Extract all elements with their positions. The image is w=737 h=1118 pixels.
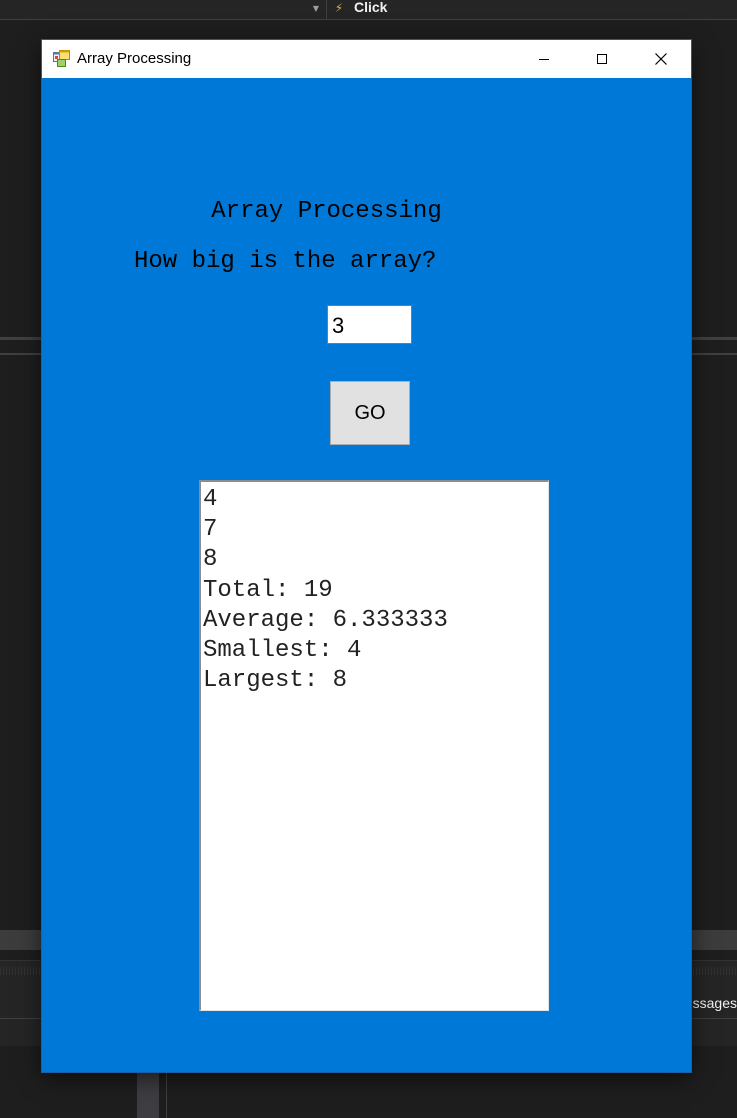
list-item[interactable]: Average: 6.333333	[203, 606, 546, 636]
close-icon	[655, 53, 667, 65]
prompt-label: How big is the array?	[134, 248, 437, 275]
minimize-button[interactable]	[515, 40, 573, 78]
title-bar[interactable]: Array Processing	[42, 40, 691, 78]
list-item[interactable]: Largest: 8	[203, 666, 546, 696]
event-label[interactable]: Click	[354, 0, 387, 17]
list-item[interactable]: Total: 19	[203, 576, 546, 606]
array-size-input[interactable]	[327, 305, 412, 344]
app-form-icon	[53, 50, 70, 67]
close-button[interactable]	[631, 40, 691, 78]
minimize-icon	[539, 59, 549, 60]
list-item[interactable]: 4	[203, 485, 546, 515]
window-title: Array Processing	[77, 50, 192, 67]
maximize-button[interactable]	[573, 40, 631, 78]
list-item[interactable]: 8	[203, 545, 546, 575]
maximize-icon	[597, 54, 607, 64]
dropdown-arrow-icon[interactable]: ▼	[309, 2, 323, 16]
ide-scrollbar[interactable]	[137, 1072, 159, 1118]
heading-label: Array Processing	[211, 198, 442, 225]
toolbar-divider	[326, 0, 327, 19]
list-item[interactable]: 7	[203, 515, 546, 545]
go-button[interactable]: GO	[330, 381, 410, 445]
messages-tab[interactable]: Messages	[690, 994, 737, 1012]
output-listbox[interactable]: 4 7 8 Total: 19 Average: 6.333333 Smalle…	[199, 480, 549, 1011]
array-processing-window: Array Processing Array Processing How bi…	[42, 40, 691, 1072]
list-item[interactable]: Smallest: 4	[203, 636, 546, 666]
ide-panel-divider	[166, 1072, 167, 1118]
lightning-bolt-icon: ⚡	[334, 1, 344, 15]
desktop: ▼ ⚡ Click Messages Array Processing	[0, 0, 737, 1118]
ide-toolbar: ▼ ⚡ Click	[0, 0, 737, 20]
